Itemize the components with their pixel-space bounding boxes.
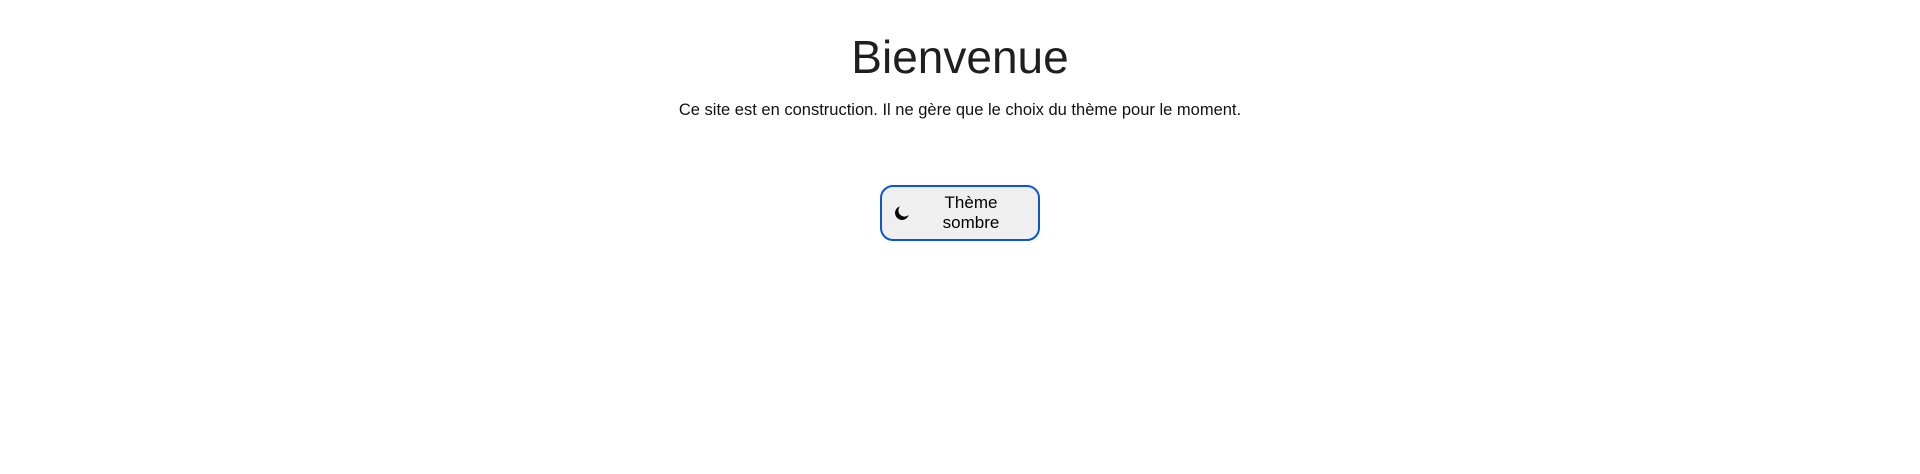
moon-icon [894, 205, 910, 221]
page: Bienvenue Ce site est en construction. I… [0, 0, 1920, 474]
dark-theme-button[interactable]: Thème sombre [880, 185, 1040, 241]
page-title: Bienvenue [851, 31, 1069, 83]
page-subtitle: Ce site est en construction. Il ne gère … [678, 101, 1242, 119]
dark-theme-button-label: Thème sombre [942, 193, 1000, 232]
